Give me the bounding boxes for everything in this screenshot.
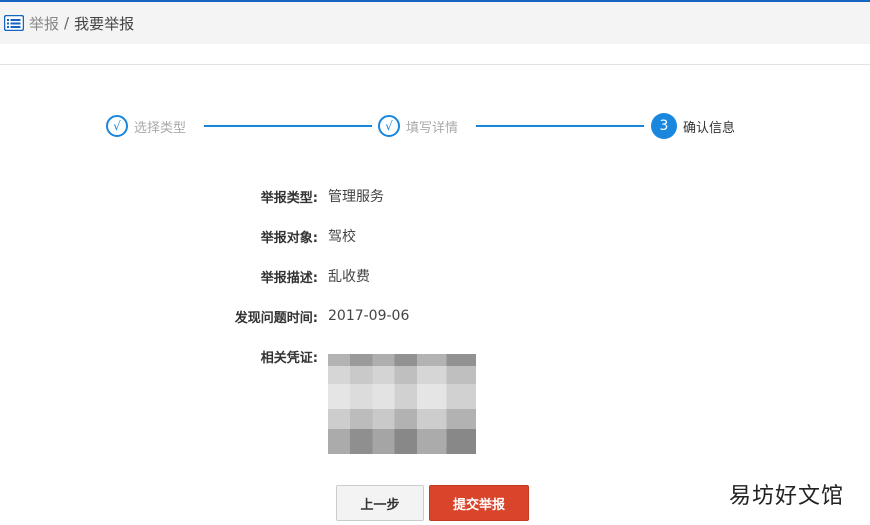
breadcrumb-bar: 举报 / 我要举报 <box>0 2 870 44</box>
watermark: 易坊好文馆 <box>728 484 844 509</box>
detail-value: 管理服务 <box>328 189 384 205</box>
detail-value: 乱收费 <box>328 269 370 285</box>
step-number-badge: 3 <box>651 113 677 139</box>
step-label: 确认信息 <box>683 120 736 136</box>
step-fill-details: √ 填写详情 <box>378 113 458 139</box>
detail-row-target: 举报对象: 驾校 <box>0 224 870 248</box>
detail-row-description: 举报描述: 乱收费 <box>0 264 870 288</box>
step-label: 选择类型 <box>134 120 187 136</box>
list-icon <box>4 15 24 31</box>
breadcrumb-item-report[interactable]: 举报 <box>29 13 59 34</box>
detail-key: 举报描述: <box>260 270 318 286</box>
prev-step-button[interactable]: 上一步 <box>336 485 424 521</box>
detail-key: 举报类型: <box>260 190 318 206</box>
step-confirm-info: 3 确认信息 <box>651 113 735 139</box>
detail-value: 驾校 <box>328 229 356 245</box>
detail-row-date: 发现问题时间: 2017-09-06 <box>0 304 870 328</box>
step-connector <box>204 125 372 127</box>
evidence-image[interactable] <box>328 354 476 454</box>
submit-report-button[interactable]: 提交举报 <box>429 485 529 521</box>
detail-value: 2017-09-06 <box>328 308 410 324</box>
breadcrumb-separator: / <box>64 14 70 32</box>
header-divider <box>0 64 870 65</box>
detail-key: 相关凭证: <box>260 350 318 366</box>
step-label: 填写详情 <box>406 120 459 136</box>
detail-key: 举报对象: <box>260 230 318 246</box>
step-select-type: √ 选择类型 <box>106 113 186 139</box>
breadcrumb-item-my-report: 我要举报 <box>74 14 135 33</box>
step-connector <box>476 125 644 127</box>
detail-key: 发现问题时间: <box>234 310 318 326</box>
check-icon: √ <box>378 115 400 137</box>
check-icon: √ <box>106 115 128 137</box>
detail-row-type: 举报类型: 管理服务 <box>0 184 870 208</box>
